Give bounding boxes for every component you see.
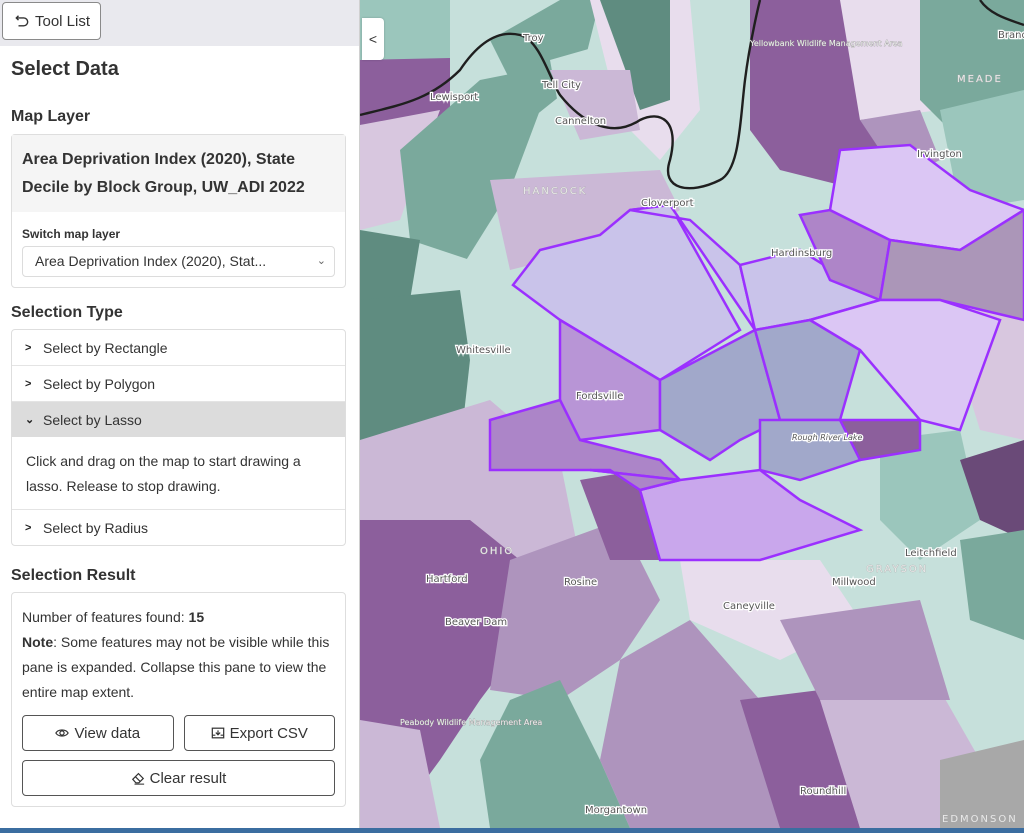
place-label: Caneyville (723, 601, 775, 612)
county-label: EDMONSON (942, 814, 1018, 825)
place-label: Roundhill (800, 786, 846, 797)
place-label: Fordsville (576, 391, 623, 402)
place-label: Whitesville (456, 345, 511, 356)
switch-layer-value: Area Deprivation Index (2020), Stat... (35, 253, 267, 269)
current-layer-name: Area Deprivation Index (2020), State Dec… (12, 135, 345, 212)
chevron-right-icon: > (25, 377, 32, 390)
place-label: Tell City (541, 80, 581, 91)
select-by-radius-toggle[interactable]: > Select by Radius (12, 510, 345, 545)
select-by-lasso-toggle[interactable]: ⌄ Select by Lasso (12, 402, 345, 437)
area-label: Rough River Lake (792, 433, 862, 442)
place-label: Beaver Dam (445, 617, 507, 628)
chevron-left-icon: < (368, 31, 378, 47)
place-label: Brand (998, 30, 1024, 41)
map-layer-heading: Map Layer (11, 108, 91, 125)
selection-type-heading: Selection Type (11, 304, 123, 321)
export-csv-button[interactable]: Export CSV (183, 715, 335, 751)
area-label: Yellowbank Wildlife Management Area (749, 39, 903, 48)
select-by-polygon-toggle[interactable]: > Select by Polygon (12, 366, 345, 401)
place-label: Hartford (426, 574, 468, 585)
download-box-icon (211, 727, 224, 739)
place-label: Cannelton (555, 116, 606, 127)
area-label-yellowbank: Yellowbank Wildlife Management Area (749, 39, 903, 48)
select-data-panel: Tool List Select Data Map Layer Area Dep… (0, 0, 360, 833)
view-data-button[interactable]: View data (22, 715, 174, 751)
bottom-status-bar (0, 828, 1024, 833)
select-by-lasso-label: Select by Lasso (43, 411, 142, 428)
tool-list-label: Tool List (35, 12, 91, 30)
switch-layer-label: Switch map layer (22, 227, 121, 241)
panel-top-bar: Tool List (0, 0, 359, 46)
eye-icon (55, 729, 70, 737)
eraser-icon (131, 772, 144, 785)
lasso-instructions: Click and drag on the map to start drawi… (26, 453, 301, 494)
map-canvas[interactable]: Troy Tell City Cannelton Lewisport Clove… (360, 0, 1024, 828)
place-label: Hardinsburg (771, 248, 832, 259)
map-layer-card: Area Deprivation Index (2020), State Dec… (11, 134, 346, 288)
area-label: Peabody Wildlife Management Area (400, 718, 542, 727)
tool-list-button[interactable]: Tool List (2, 2, 102, 40)
place-label: Lewisport (430, 92, 478, 103)
area-label-peabody: Peabody Wildlife Management Area (400, 718, 542, 727)
place-label: Millwood (832, 577, 876, 588)
county-label: HANCOCK (523, 186, 587, 197)
app: Tool List Select Data Map Layer Area Dep… (0, 0, 1024, 833)
undo-arrow-icon (15, 15, 29, 27)
switch-layer-select[interactable]: Area Deprivation Index (2020), Stat... ⌄ (22, 246, 335, 277)
area-label-lake: Rough River Lake (792, 433, 862, 442)
choropleth-map[interactable]: Troy Tell City Cannelton Lewisport Clove… (360, 0, 1024, 828)
page-title: Select Data (11, 58, 119, 80)
collapse-panel-button[interactable]: < (362, 18, 384, 60)
selection-type-accordion: > Select by Rectangle > Select by Polygo… (11, 329, 346, 546)
county-label: MEADE (957, 74, 1003, 85)
clear-result-button[interactable]: Clear result (22, 760, 335, 796)
select-by-rectangle-label: Select by Rectangle (43, 339, 168, 356)
place-label: Troy (522, 33, 544, 44)
chevron-right-icon: > (25, 521, 32, 534)
select-by-rectangle-toggle[interactable]: > Select by Rectangle (12, 330, 345, 365)
place-label: Morgantown (585, 805, 647, 816)
chevron-right-icon: > (25, 341, 32, 354)
note-text: Note: Some features may not be visible w… (22, 634, 330, 700)
place-label: Irvington (917, 149, 962, 160)
selection-result-card: Number of features found: 15 Note: Some … (11, 592, 346, 807)
county-label: OHIO (480, 546, 514, 557)
chevron-down-icon: ⌄ (25, 414, 35, 426)
select-by-radius-label: Select by Radius (43, 519, 149, 536)
county-label: GRAYSON (866, 564, 928, 575)
chevron-down-icon: ⌄ (316, 255, 326, 267)
selection-result-heading: Selection Result (11, 567, 136, 584)
feature-count: Number of features found: 15 (22, 609, 205, 625)
place-label: Cloverport (641, 198, 694, 209)
place-label: Leitchfield (905, 548, 957, 559)
place-label: Rosine (564, 577, 597, 588)
select-by-polygon-label: Select by Polygon (43, 375, 156, 392)
feature-count-value: 15 (188, 609, 205, 625)
